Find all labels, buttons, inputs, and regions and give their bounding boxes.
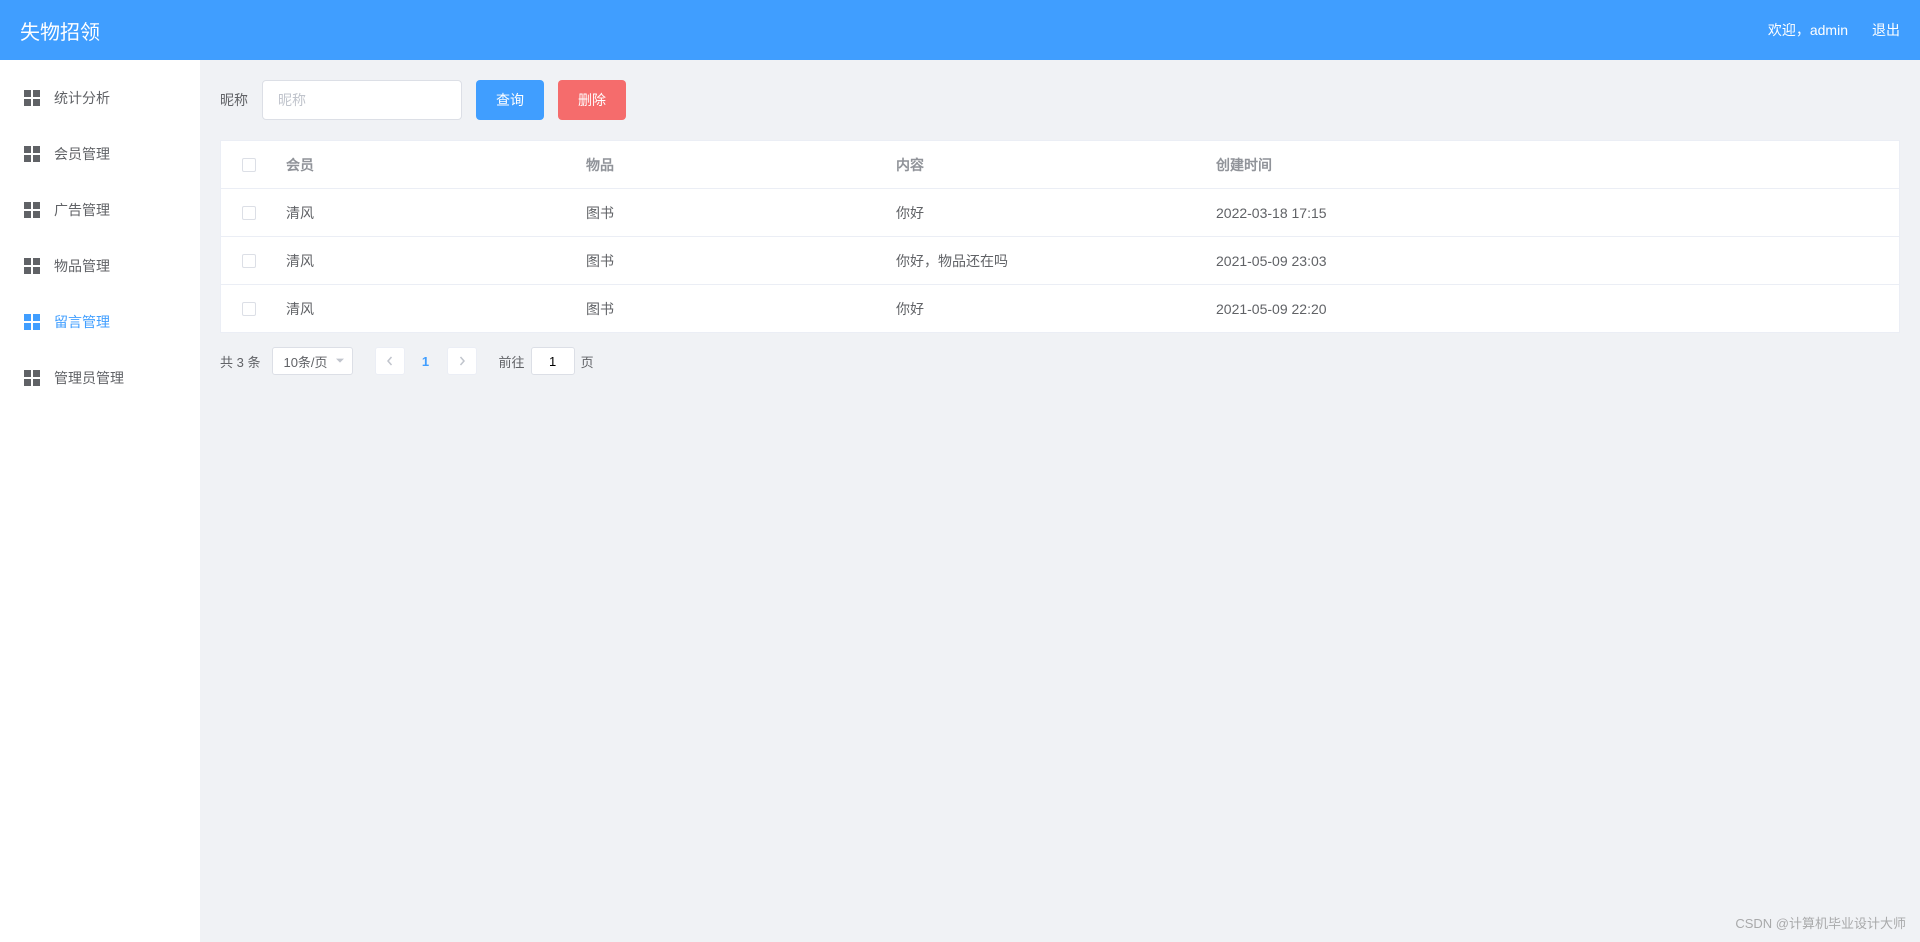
sidebar-item-goods[interactable]: 物品管理 xyxy=(0,238,200,294)
sidebar-item-admin[interactable]: 管理员管理 xyxy=(0,350,200,406)
header-time: 创建时间 xyxy=(1216,155,1899,175)
grid-icon xyxy=(24,314,40,330)
sidebar-item-label: 会员管理 xyxy=(54,144,110,164)
cell-content: 你好 xyxy=(896,299,1216,319)
prev-page-button[interactable] xyxy=(375,347,405,375)
cell-item: 图书 xyxy=(586,251,896,271)
table-body: 清风 图书 你好 2022-03-18 17:15 清风 图书 你好，物品还在吗… xyxy=(221,189,1899,333)
sidebar-item-label: 留言管理 xyxy=(54,312,110,332)
header-checkbox-cell xyxy=(221,158,276,172)
cell-item: 图书 xyxy=(586,203,896,223)
app-title: 失物招领 xyxy=(20,16,100,45)
table-row: 清风 图书 你好 2021-05-09 22:20 xyxy=(221,285,1899,333)
cell-content: 你好，物品还在吗 xyxy=(896,251,1216,271)
row-checkbox[interactable] xyxy=(242,302,256,316)
grid-icon xyxy=(24,202,40,218)
table-row: 清风 图书 你好，物品还在吗 2021-05-09 23:03 xyxy=(221,237,1899,285)
sidebar-item-label: 统计分析 xyxy=(54,88,110,108)
cell-time: 2021-05-09 23:03 xyxy=(1216,253,1899,269)
welcome-text: 欢迎，admin xyxy=(1768,20,1848,40)
sidebar-item-member[interactable]: 会员管理 xyxy=(0,126,200,182)
sidebar-item-message[interactable]: 留言管理 xyxy=(0,294,200,350)
grid-icon xyxy=(24,370,40,386)
cell-member: 清风 xyxy=(276,251,586,271)
page-jump: 前往 页 xyxy=(499,347,594,375)
cell-member: 清风 xyxy=(276,299,586,319)
search-button[interactable]: 查询 xyxy=(476,80,544,120)
toolbar: 昵称 查询 删除 xyxy=(220,80,1900,120)
select-all-checkbox[interactable] xyxy=(242,158,256,172)
cell-time: 2022-03-18 17:15 xyxy=(1216,205,1899,221)
row-checkbox-cell xyxy=(221,302,276,316)
chevron-right-icon xyxy=(457,356,467,366)
row-checkbox[interactable] xyxy=(242,254,256,268)
sidebar: 统计分析 会员管理 广告管理 物品管理 留言管理 xyxy=(0,60,200,942)
delete-button[interactable]: 删除 xyxy=(558,80,626,120)
page-number[interactable]: 1 xyxy=(411,347,441,375)
cell-member: 清风 xyxy=(276,203,586,223)
sidebar-item-label: 管理员管理 xyxy=(54,368,124,388)
table-row: 清风 图书 你好 2022-03-18 17:15 xyxy=(221,189,1899,237)
table-header-row: 会员 物品 内容 创建时间 xyxy=(221,141,1899,189)
sidebar-item-stats[interactable]: 统计分析 xyxy=(0,70,200,126)
logout-link[interactable]: 退出 xyxy=(1872,20,1900,40)
cell-content: 你好 xyxy=(896,203,1216,223)
row-checkbox-cell xyxy=(221,206,276,220)
nickname-input[interactable] xyxy=(262,80,462,120)
pagination: 共 3 条 10条/页 1 前往 页 xyxy=(220,347,1900,375)
grid-icon xyxy=(24,258,40,274)
header-item: 物品 xyxy=(586,155,896,175)
cell-item: 图书 xyxy=(586,299,896,319)
grid-icon xyxy=(24,90,40,106)
sidebar-item-label: 物品管理 xyxy=(54,256,110,276)
page-total: 共 3 条 xyxy=(220,352,260,371)
main-content: 昵称 查询 删除 会员 物品 内容 创建时间 清风 图书 你好 xyxy=(200,60,1920,942)
page-size-select[interactable]: 10条/页 xyxy=(272,347,352,375)
page-size-value: 10条/页 xyxy=(283,352,327,371)
app-header: 失物招领 欢迎，admin 退出 xyxy=(0,0,1920,60)
data-table: 会员 物品 内容 创建时间 清风 图书 你好 2022-03-18 17:15 … xyxy=(220,140,1900,333)
sidebar-item-label: 广告管理 xyxy=(54,200,110,220)
cell-time: 2021-05-09 22:20 xyxy=(1216,301,1899,317)
header-right: 欢迎，admin 退出 xyxy=(1768,20,1900,40)
grid-icon xyxy=(24,146,40,162)
next-page-button[interactable] xyxy=(447,347,477,375)
sidebar-item-ad[interactable]: 广告管理 xyxy=(0,182,200,238)
header-content: 内容 xyxy=(896,155,1216,175)
layout: 统计分析 会员管理 广告管理 物品管理 留言管理 xyxy=(0,60,1920,942)
pager: 1 xyxy=(375,347,477,375)
nickname-label: 昵称 xyxy=(220,90,248,110)
header-member: 会员 xyxy=(276,155,586,175)
jump-suffix: 页 xyxy=(581,352,594,371)
jump-prefix: 前往 xyxy=(499,352,525,371)
row-checkbox[interactable] xyxy=(242,206,256,220)
chevron-left-icon xyxy=(385,356,395,366)
row-checkbox-cell xyxy=(221,254,276,268)
page-jump-input[interactable] xyxy=(531,347,575,375)
